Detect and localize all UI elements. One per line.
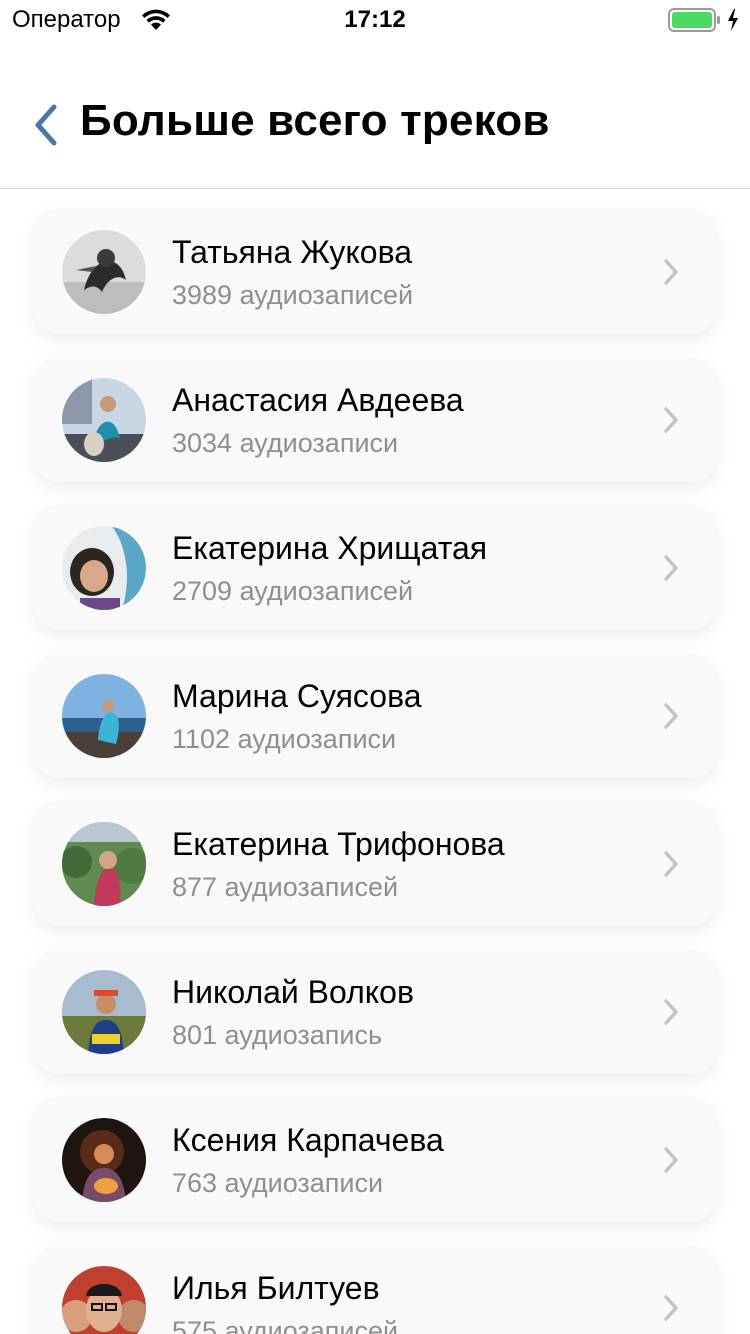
item-track-count: 2709 аудиозаписей xyxy=(172,576,414,606)
item-track-count: 1102 аудиозаписи xyxy=(172,724,397,754)
list-item[interactable]: Екатерина Хрищатая 2709 аудиозаписей xyxy=(34,506,716,630)
item-track-count: 3034 аудиозаписи xyxy=(172,428,399,458)
chevron-left-icon xyxy=(35,104,57,146)
avatar xyxy=(62,1266,146,1334)
avatar xyxy=(62,378,146,462)
page-title: Больше всего треков xyxy=(80,96,550,145)
item-track-count: 801 аудиозапись xyxy=(172,1020,383,1050)
item-name: Ксения Карпачева xyxy=(172,1122,444,1158)
chevron-right-icon xyxy=(662,258,680,286)
list-item[interactable]: Анастасия Авдеева 3034 аудиозаписи xyxy=(34,358,716,482)
chevron-right-icon xyxy=(662,1294,680,1322)
navigation-bar: Больше всего треков xyxy=(0,60,750,189)
status-bar: Оператор 17:12 xyxy=(0,0,750,40)
item-name: Екатерина Трифонова xyxy=(172,826,505,862)
back-button[interactable] xyxy=(28,100,68,150)
avatar xyxy=(62,674,146,758)
item-name: Анастасия Авдеева xyxy=(172,382,464,418)
item-track-count: 575 аудиозаписей xyxy=(172,1316,399,1334)
list-item[interactable]: Марина Суясова 1102 аудиозаписи xyxy=(34,654,716,778)
avatar xyxy=(62,230,146,314)
item-track-count: 3989 аудиозаписей xyxy=(172,280,414,310)
item-name: Татьяна Жукова xyxy=(172,234,412,270)
chevron-right-icon xyxy=(662,702,680,730)
chevron-right-icon xyxy=(662,850,680,878)
chevron-right-icon xyxy=(662,1146,680,1174)
battery-icon xyxy=(668,8,722,32)
avatar xyxy=(62,526,146,610)
list-item[interactable]: Илья Билтуев 575 аудиозаписей xyxy=(34,1246,716,1334)
list-item[interactable]: Татьяна Жукова 3989 аудиозаписей xyxy=(34,210,716,334)
chevron-right-icon xyxy=(662,406,680,434)
avatar xyxy=(62,1118,146,1202)
avatar xyxy=(62,970,146,1054)
chevron-right-icon xyxy=(662,998,680,1026)
item-track-count: 763 аудиозаписи xyxy=(172,1168,384,1198)
list-item[interactable]: Ксения Карпачева 763 аудиозаписи xyxy=(34,1098,716,1222)
list-item[interactable]: Николай Волков 801 аудиозапись xyxy=(34,950,716,1074)
item-name: Николай Волков xyxy=(172,974,414,1010)
chevron-right-icon xyxy=(662,554,680,582)
charging-bolt-icon xyxy=(726,8,740,32)
list-item[interactable]: Екатерина Трифонова 877 аудиозаписей xyxy=(34,802,716,926)
status-time: 17:12 xyxy=(344,6,406,33)
artist-list: Татьяна Жукова 3989 аудиозаписей Анастас… xyxy=(0,189,750,1334)
item-name: Екатерина Хрищатая xyxy=(172,530,488,566)
avatar xyxy=(62,822,146,906)
item-name: Марина Суясова xyxy=(172,678,422,714)
item-name: Илья Билтуев xyxy=(172,1270,380,1306)
item-track-count: 877 аудиозаписей xyxy=(172,872,399,902)
